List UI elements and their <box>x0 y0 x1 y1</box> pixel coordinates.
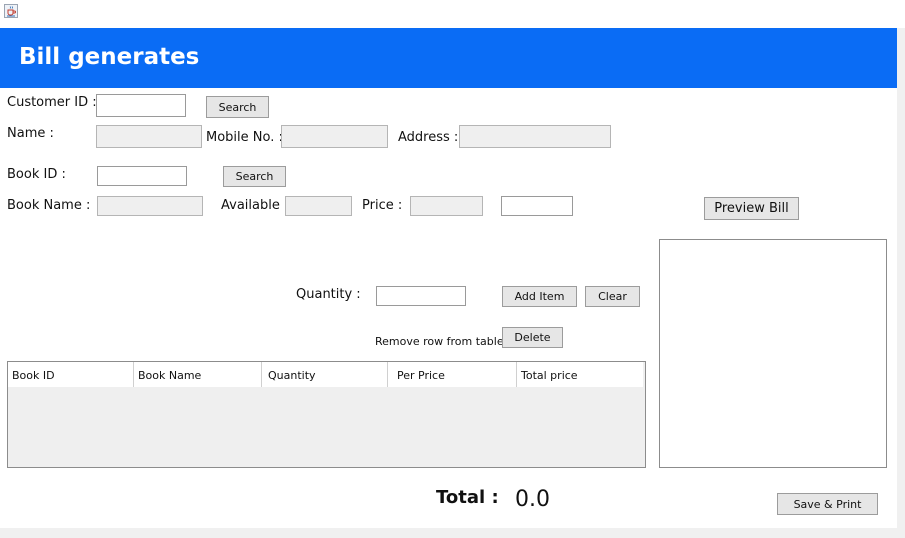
page-title: Bill generates <box>19 44 200 70</box>
address-field[interactable] <box>459 125 611 148</box>
delete-button[interactable]: Delete <box>502 327 563 348</box>
book-name-label: Book Name : <box>7 198 91 213</box>
bill-preview-area[interactable] <box>659 239 887 468</box>
save-print-button[interactable]: Save & Print <box>777 493 878 515</box>
preview-bill-button[interactable]: Preview Bill <box>704 197 799 220</box>
book-id-label: Book ID : <box>7 167 66 182</box>
table-header: Book ID Book Name Quantity Per Price Tot… <box>8 362 643 387</box>
available-field[interactable] <box>285 196 352 216</box>
name-label: Name : <box>7 126 54 141</box>
customer-id-label: Customer ID : <box>7 95 97 110</box>
mobile-label: Mobile No. : <box>206 130 283 145</box>
add-item-button[interactable]: Add Item <box>502 286 577 307</box>
book-search-button[interactable]: Search <box>223 166 286 187</box>
clear-button[interactable]: Clear <box>585 286 640 307</box>
window-titlebar <box>0 0 905 28</box>
column-header-total-price[interactable]: Total price <box>517 362 643 387</box>
total-label: Total : <box>436 487 499 508</box>
column-header-book-id[interactable]: Book ID <box>8 362 134 387</box>
customer-search-button[interactable]: Search <box>206 96 269 118</box>
column-header-quantity[interactable]: Quantity <box>262 362 388 387</box>
address-label: Address : <box>398 130 459 145</box>
total-value: 0.0 <box>515 487 550 512</box>
price-label: Price : <box>362 198 403 213</box>
available-label: Available : <box>221 198 289 213</box>
book-name-field[interactable] <box>97 196 203 216</box>
column-header-book-name[interactable]: Book Name <box>134 362 262 387</box>
customer-id-input[interactable] <box>96 94 186 117</box>
column-header-per-price[interactable]: Per Price <box>388 362 517 387</box>
book-id-input[interactable] <box>97 166 187 186</box>
quantity-label: Quantity : <box>296 287 361 302</box>
mobile-field[interactable] <box>281 125 388 148</box>
remove-row-label: Remove row from table <box>375 335 504 348</box>
name-field[interactable] <box>96 125 202 148</box>
java-cup-icon <box>4 4 18 18</box>
price-field[interactable] <box>410 196 483 216</box>
quantity-input[interactable] <box>376 286 466 306</box>
extra-input[interactable] <box>501 196 573 216</box>
